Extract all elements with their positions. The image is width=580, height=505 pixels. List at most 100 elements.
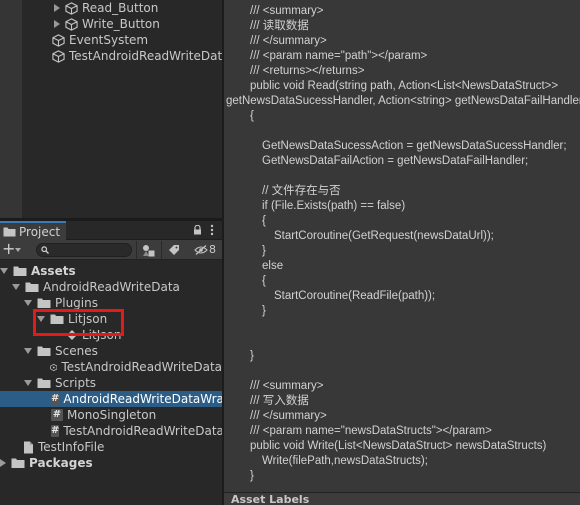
code-line: /// 读取数据	[250, 20, 309, 32]
tree-item-androidreadwritedatawrapper[interactable]: # AndroidReadWriteDataWrapper	[0, 391, 222, 407]
more-options-icon[interactable]	[210, 224, 214, 236]
code-line: // 文件存在与否	[262, 185, 341, 197]
gameobject-cube-icon	[65, 17, 78, 31]
text-file-icon	[24, 441, 33, 453]
code-line: /// <returns></returns>	[250, 65, 365, 77]
code-line: }	[262, 305, 266, 317]
code-line: /// 写入数据	[250, 395, 309, 407]
expand-arrow-icon[interactable]	[54, 4, 60, 12]
tree-item-label: Packages	[29, 456, 93, 470]
code-line: }	[250, 470, 254, 482]
code-line: }	[262, 245, 266, 257]
tree-item-testinfofile[interactable]: TestInfoFile	[0, 439, 222, 455]
tree-item-label: Assets	[31, 264, 76, 278]
expand-arrow-icon[interactable]	[0, 268, 8, 274]
hierarchy-item-write-button[interactable]: Write_Button	[54, 16, 160, 32]
tree-item-packages[interactable]: Packages	[0, 455, 222, 471]
code-line: StartCoroutine(GetRequest(newsDataUrl));	[274, 230, 494, 242]
gameobject-cube-icon	[52, 33, 65, 47]
hierarchy-item-eventsystem[interactable]: EventSystem	[52, 32, 148, 48]
search-by-type-button[interactable]	[136, 241, 160, 259]
code-line: {	[262, 275, 266, 287]
tree-item-scene-file[interactable]: TestAndroidReadWriteData	[0, 359, 222, 375]
code-line: }	[250, 350, 254, 362]
hierarchy-item-read-button[interactable]: Read_Button	[54, 0, 158, 16]
hierarchy-item-testandroidreadwritedata[interactable]: TestAndroidReadWriteData	[52, 48, 222, 64]
expand-arrow-icon[interactable]	[0, 459, 6, 467]
folder-open-icon	[37, 346, 51, 356]
code-line: StartCoroutine(ReadFile(path));	[274, 290, 436, 302]
tree-item-label: AndroidReadWriteData	[43, 280, 180, 294]
csharp-script-icon: #	[51, 409, 63, 421]
code-line: else	[262, 260, 284, 272]
inspector-code-preview: /// <summary> /// 读取数据 /// </summary> //…	[224, 0, 580, 490]
filter-by-type-icon	[143, 244, 155, 256]
code-line: /// </summary>	[250, 35, 327, 47]
chevron-down-icon[interactable]	[15, 248, 21, 252]
code-line: public void Read(string path, Action<Lis…	[250, 80, 559, 92]
search-by-label-button[interactable]	[161, 241, 185, 259]
hierarchy-item-label: EventSystem	[69, 33, 149, 47]
folder-icon	[3, 227, 16, 237]
eye-slash-icon	[194, 245, 208, 255]
gameobject-cube-icon	[65, 1, 78, 15]
unity-scene-icon	[50, 363, 58, 371]
asset-labels-header[interactable]: Asset Labels	[224, 492, 580, 505]
project-toolbar: + 8	[0, 240, 222, 260]
expand-arrow-icon[interactable]	[24, 300, 32, 306]
tree-item-label: Scripts	[55, 376, 97, 390]
tree-item-scripts[interactable]: Scripts	[0, 375, 222, 391]
code-line: getNewsDataSucessHandler, Action<string>…	[226, 95, 580, 107]
tree-item-label: TestInfoFile	[38, 440, 105, 454]
expand-arrow-icon[interactable]	[54, 20, 60, 28]
csharp-script-icon: #	[51, 425, 60, 437]
code-line: /// <param name="newsDataStructs"></para…	[250, 425, 492, 437]
annotation-highlight-box	[33, 309, 124, 336]
folder-open-icon	[25, 282, 39, 292]
code-line: GetNewsDataFailAction = getNewsDataFailH…	[262, 155, 529, 167]
tree-item-label: TestAndroidReadWriteData	[63, 424, 222, 438]
hierarchy-item-label: Write_Button	[82, 17, 160, 31]
tree-item-scenes[interactable]: Scenes	[0, 343, 222, 359]
tag-icon	[168, 245, 179, 255]
code-line: /// <summary>	[250, 5, 324, 17]
code-line: /// <summary>	[250, 380, 324, 392]
tree-item-label: Scenes	[55, 344, 98, 358]
expand-arrow-icon[interactable]	[12, 284, 20, 290]
search-input[interactable]	[36, 243, 132, 257]
project-tab-bar: Project	[0, 221, 222, 240]
code-line: Write(filePath,newsDataStructs);	[262, 455, 428, 467]
code-line: /// </summary>	[250, 410, 327, 422]
gameobject-cube-icon	[52, 49, 65, 63]
expand-arrow-icon[interactable]	[24, 380, 32, 386]
hierarchy-item-label: TestAndroidReadWriteData	[69, 49, 222, 63]
tree-item-androidreadwritedata[interactable]: AndroidReadWriteData	[0, 279, 222, 295]
code-line: GetNewsDataSucessAction = getNewsDataSuc…	[262, 140, 567, 152]
lock-icon[interactable]	[193, 225, 202, 235]
hidden-packages-toggle[interactable]: 8	[194, 242, 216, 258]
code-line: public void Write(List<NewsDataStruct> n…	[250, 440, 547, 452]
tab-project[interactable]: Project	[0, 221, 66, 240]
create-plus-icon[interactable]: +	[2, 241, 15, 257]
tree-item-label: TestAndroidReadWriteData	[61, 360, 222, 374]
code-line: {	[250, 110, 254, 122]
project-tree: Assets AndroidReadWriteData Plugins Litj…	[0, 261, 222, 505]
expand-arrow-icon[interactable]	[24, 348, 32, 354]
folder-icon	[11, 458, 25, 468]
code-line: {	[262, 215, 266, 227]
folder-open-icon	[37, 298, 51, 308]
tree-item-assets[interactable]: Assets	[0, 263, 222, 279]
hierarchy-gutter	[0, 0, 22, 218]
hierarchy-item-label: Read_Button	[82, 1, 159, 15]
folder-open-icon	[37, 378, 51, 388]
folder-open-icon	[13, 266, 27, 276]
code-line: /// <param name="path"></param>	[250, 50, 428, 62]
csharp-script-icon: #	[51, 393, 60, 405]
left-column: Read_Button Write_Button EventSystem Tes…	[0, 0, 222, 505]
hidden-count: 8	[209, 243, 216, 256]
tree-item-monosingleton[interactable]: # MonoSingleton	[0, 407, 222, 423]
tree-item-label: AndroidReadWriteDataWrapper	[63, 392, 222, 406]
tab-project-label: Project	[19, 224, 61, 239]
tree-item-testandroidreadwritedata-script[interactable]: # TestAndroidReadWriteData	[0, 423, 222, 439]
tree-item-label: MonoSingleton	[67, 408, 157, 422]
